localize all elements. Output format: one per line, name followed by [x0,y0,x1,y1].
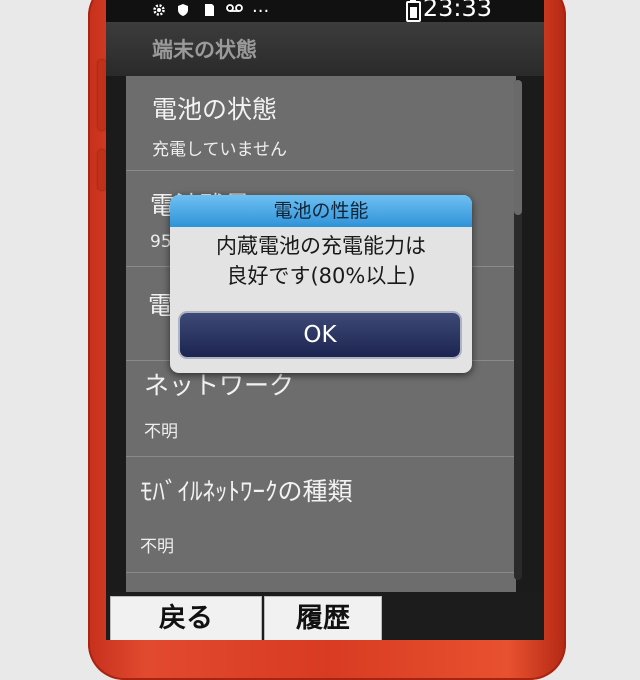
gear-icon [153,4,165,16]
scrollbar-thumb[interactable] [514,80,522,215]
dialog-message-line: 良好です(80%以上) [226,264,416,288]
list-item-network[interactable]: ネットワーク 不明 [126,360,516,457]
list-item-mobile-network-type[interactable]: ﾓﾊﾞｲﾙﾈｯﾄﾜｰｸの種類 不明 [126,456,516,573]
page-title: 端末の状態 [152,38,257,62]
list-item-battery-status[interactable]: 電池の状態 充電していません [126,76,516,171]
dialog-message: 内蔵電池の充電能力は 良好です(80%以上) [170,231,472,291]
battery-icon [406,0,421,22]
scrollbar[interactable] [514,80,522,580]
back-button[interactable]: 戻る [110,596,262,640]
dialog-title: 電池の性能 [170,195,472,227]
sd-card-icon [205,4,214,16]
list-item-value: 不明 [144,422,178,442]
voicemail-icon [226,4,243,12]
side-button[interactable] [98,150,106,190]
history-button[interactable]: 履歴 [264,596,382,640]
list-item-value: 充電していません [152,140,287,160]
softkey-bar: 戻る 履歴 [106,592,544,640]
clock: 23:33 [422,0,492,22]
battery-performance-dialog: 電池の性能 内蔵電池の充電能力は 良好です(80%以上) OK [170,195,472,373]
list-item-label: ﾓﾊﾞｲﾙﾈｯﾄﾜｰｸの種類 [140,477,353,506]
title-bar: 端末の状態 [106,22,544,76]
ok-button[interactable]: OK [180,313,460,357]
list-item-value: 不明 [140,537,174,557]
volume-button[interactable] [98,60,106,130]
list-item-label: 電池の状態 [152,95,278,124]
shield-icon [178,4,188,16]
list-item-value: 95 [150,232,172,252]
more-icon[interactable]: ... [252,0,269,17]
status-bar: ... 23:33 [106,0,544,22]
dialog-message-line: 内蔵電池の充電能力は [216,234,426,258]
